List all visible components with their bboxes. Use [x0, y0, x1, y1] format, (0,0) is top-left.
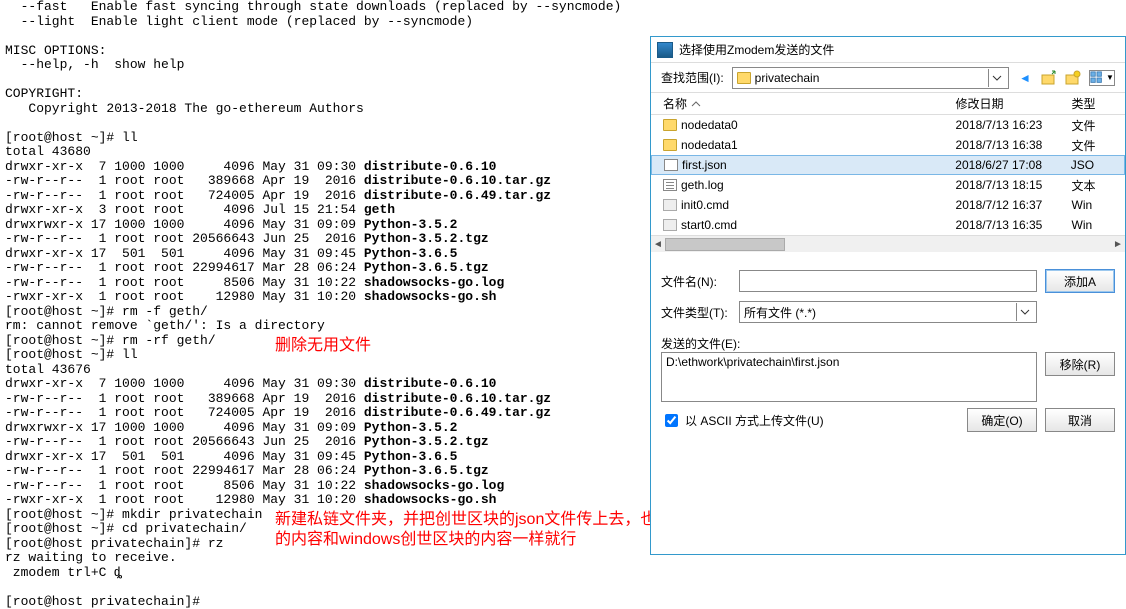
file-row[interactable]: nodedata1 2018/7/13 16:38文件: [651, 135, 1125, 155]
file-date: 2018/7/13 16:23: [956, 118, 1072, 132]
file-row[interactable]: first.json 2018/6/27 17:08JSO: [651, 155, 1125, 175]
ascii-checkbox-input[interactable]: [665, 414, 678, 427]
dialog-titlebar[interactable]: 选择使用Zmodem发送的文件: [651, 37, 1125, 63]
file-row[interactable]: start0.cmd 2018/7/13 16:35Win: [651, 215, 1125, 235]
filename-label: 文件名(N):: [661, 273, 731, 290]
file-picker-dialog: 选择使用Zmodem发送的文件 查找范围(I): privatechain ◄ …: [650, 36, 1126, 555]
ascii-checkbox[interactable]: 以 ASCII 方式上传文件(U): [661, 411, 959, 430]
file-name: nodedata1: [681, 138, 738, 152]
file-type: 文件: [1072, 117, 1126, 134]
horizontal-scrollbar[interactable]: ◄ ►: [651, 235, 1125, 252]
dialog-title: 选择使用Zmodem发送的文件: [679, 41, 834, 58]
file-row[interactable]: geth.log 2018/7/13 18:15文本: [651, 175, 1125, 195]
file-date: 2018/7/13 16:35: [956, 218, 1072, 232]
folder-icon: [663, 119, 677, 131]
file-list-header: 名称 修改日期 类型: [651, 93, 1125, 115]
file-list[interactable]: 名称 修改日期 类型 nodedata02018/7/13 16:23文件nod…: [651, 93, 1125, 263]
file-row[interactable]: nodedata0 2018/7/13 16:23文件: [651, 115, 1125, 135]
remove-button[interactable]: 移除(R): [1045, 352, 1115, 376]
scroll-thumb[interactable]: [665, 238, 785, 251]
file-type: 文本: [1072, 177, 1126, 194]
filename-input[interactable]: [739, 270, 1037, 292]
scroll-right-icon[interactable]: ►: [1111, 239, 1125, 250]
file-name: geth.log: [681, 178, 724, 192]
col-type-label[interactable]: 类型: [1072, 95, 1126, 112]
col-name-label[interactable]: 名称: [663, 95, 687, 112]
file-name: init0.cmd: [681, 198, 729, 212]
file-date: 2018/7/12 16:37: [956, 198, 1072, 212]
file-type: Win: [1072, 198, 1126, 212]
sendfiles-list[interactable]: D:\ethwork\privatechain\first.json: [661, 352, 1037, 402]
col-date-label[interactable]: 修改日期: [956, 95, 1072, 112]
filetype-value: 所有文件 (*.*): [744, 304, 1016, 321]
file-name: first.json: [682, 158, 727, 172]
filetype-combo[interactable]: 所有文件 (*.*): [739, 301, 1037, 323]
dialog-icon: [657, 42, 673, 58]
lookin-value: privatechain: [755, 71, 988, 85]
file-type: JSO: [1071, 158, 1124, 172]
annotation-1: 删除无用文件: [275, 331, 371, 355]
cmd-icon: [663, 199, 677, 211]
file-type: Win: [1072, 218, 1126, 232]
view-menu-icon[interactable]: ▼: [1089, 70, 1115, 86]
json-icon: [664, 159, 678, 171]
file-name: nodedata0: [681, 118, 738, 132]
file-type: 文件: [1072, 137, 1126, 154]
txt-icon: [663, 179, 677, 191]
scroll-left-icon[interactable]: ◄: [651, 239, 665, 250]
annotation-2-l2: 的内容和windows创世区块的内容一样就行: [275, 525, 576, 549]
new-folder-icon[interactable]: [1065, 70, 1081, 86]
lookin-label: 查找范围(I):: [661, 69, 724, 86]
file-name: start0.cmd: [681, 218, 737, 232]
sort-asc-icon: [691, 99, 701, 109]
add-button[interactable]: 添加A: [1045, 269, 1115, 293]
ok-button[interactable]: 确定(O): [967, 408, 1037, 432]
lookin-combo[interactable]: privatechain: [732, 67, 1009, 89]
up-folder-icon[interactable]: [1041, 70, 1057, 86]
folder-icon: [737, 72, 751, 84]
filetype-label: 文件类型(T):: [661, 304, 731, 321]
ascii-checkbox-label: 以 ASCII 方式上传文件(U): [685, 412, 824, 429]
folder-icon: [663, 139, 677, 151]
chevron-down-icon[interactable]: [1016, 303, 1032, 321]
chevron-down-icon[interactable]: [988, 69, 1004, 87]
sendfiles-label: 发送的文件(E):: [661, 335, 740, 352]
file-date: 2018/7/13 18:15: [956, 178, 1072, 192]
file-date: 2018/7/13 16:38: [956, 138, 1072, 152]
back-icon[interactable]: ◄: [1017, 70, 1033, 86]
file-date: 2018/6/27 17:08: [955, 158, 1070, 172]
cancel-button[interactable]: 取消: [1045, 408, 1115, 432]
file-row[interactable]: init0.cmd 2018/7/12 16:37Win: [651, 195, 1125, 215]
cmd-icon: [663, 219, 677, 231]
sendfiles-value: D:\ethwork\privatechain\first.json: [666, 355, 839, 369]
